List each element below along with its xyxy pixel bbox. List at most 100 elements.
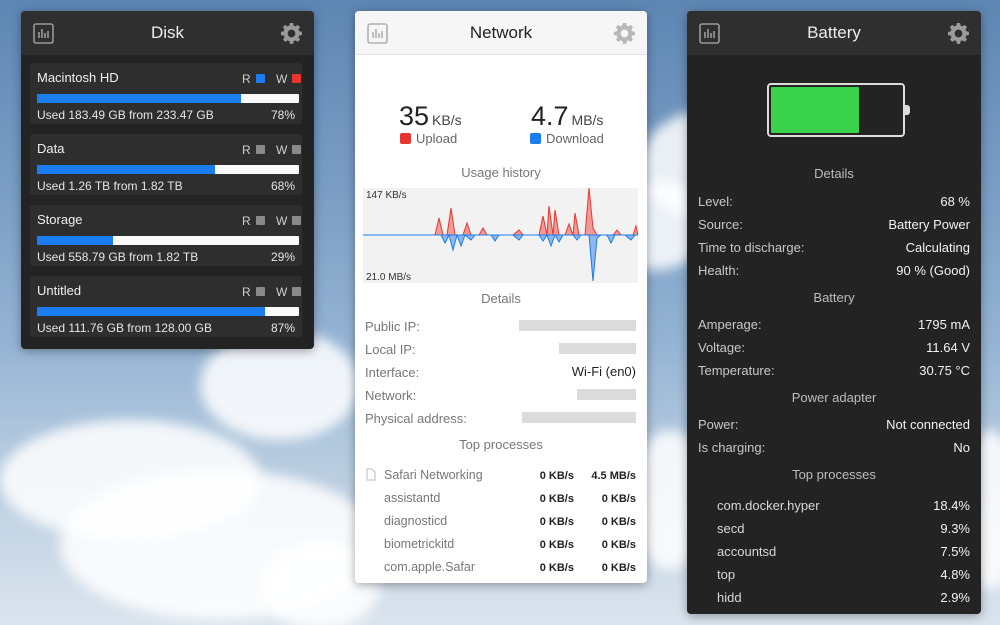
upload-label: Upload [416, 131, 458, 146]
battery-process-value: 18.4% [933, 498, 970, 513]
voltage-value: 11.64 V [926, 340, 970, 355]
disk-item[interactable]: Untitled R W Used 111.76 GB from 128.00 … [30, 276, 302, 337]
amperage-value: 1795 mA [917, 317, 970, 332]
battery-title: Battery [807, 23, 861, 42]
interface-value: Wi-Fi (en0) [571, 364, 636, 379]
battery-process-name: secd [717, 521, 745, 536]
network-process-download: 0 KB/s [601, 539, 636, 551]
battery-level-fill [771, 87, 860, 133]
network-process-upload: 0 KB/s [539, 516, 574, 528]
upload-value: 35 [399, 101, 430, 131]
time-to-discharge-value: Calculating [905, 240, 970, 255]
gear-icon[interactable] [280, 22, 303, 45]
battery-process-value: 7.5% [940, 544, 970, 559]
network-process-upload: 0 KB/s [539, 539, 574, 551]
usage-bar-fill [37, 307, 265, 316]
network-process-download: 0 KB/s [601, 493, 636, 505]
usage-history-title: Usage history [461, 165, 541, 180]
write-label: W [276, 143, 288, 157]
write-label: W [276, 285, 288, 299]
write-indicator [292, 216, 301, 225]
usage-bar [37, 94, 299, 103]
power-value: Not connected [886, 417, 970, 432]
physical-address-label: Physical address: [365, 411, 467, 426]
read-indicator [256, 287, 265, 296]
time-to-discharge-label: Time to discharge: [698, 240, 805, 255]
usage-history-graph [363, 187, 639, 282]
battery-process-value: 2.9% [940, 590, 970, 605]
disk-header: Disk [21, 11, 314, 55]
disk-used-text: Used 111.76 GB from 128.00 GB [37, 321, 212, 335]
public-ip-label: Public IP: [365, 319, 420, 334]
level-value: 68 % [940, 194, 970, 209]
read-label: R [242, 72, 251, 86]
network-process-name: assistantd [384, 491, 441, 505]
upload-legend: Upload [400, 131, 457, 146]
interface-label: Interface: [365, 365, 420, 380]
source-label: Source: [698, 217, 743, 232]
battery-panel: Battery Details Level: 68 % Source: Batt… [687, 11, 981, 614]
download-speed: 4.7 MB/s [531, 101, 603, 132]
battery-icon [767, 83, 905, 137]
battery-process-value: 4.8% [940, 567, 970, 582]
chart-icon[interactable] [367, 23, 388, 44]
read-indicator [256, 74, 265, 83]
gear-icon[interactable] [613, 22, 636, 45]
read-label: R [242, 285, 251, 299]
network-process-upload: 0 KB/s [539, 493, 574, 505]
usage-bar-fill [37, 236, 113, 245]
battery-process-name: top [717, 567, 736, 582]
disk-percent: 68% [270, 179, 295, 193]
battery-process-name: hidd [717, 590, 742, 605]
network-value-redacted [577, 389, 636, 400]
disk-item[interactable]: Storage R W Used 558.79 GB from 1.82 TB … [30, 205, 302, 266]
disk-item[interactable]: Data R W Used 1.26 TB from 1.82 TB 68% [30, 134, 302, 195]
public-ip-value-redacted [519, 320, 636, 331]
local-ip-label: Local IP: [365, 342, 416, 357]
disk-name: Macintosh HD [37, 70, 119, 85]
power-adapter-title: Power adapter [791, 390, 877, 405]
download-value: 4.7 [531, 101, 569, 131]
chart-icon[interactable] [699, 23, 720, 44]
gear-icon[interactable] [947, 22, 970, 45]
battery-details-title: Details [814, 166, 854, 181]
download-label: Download [546, 131, 604, 146]
upload-unit: KB/s [432, 112, 462, 128]
is-charging-value: No [953, 440, 970, 455]
network-label: Network: [365, 388, 417, 403]
network-process-download: 0 KB/s [601, 516, 636, 528]
disk-name: Storage [37, 212, 83, 227]
upload-color-swatch [400, 133, 411, 144]
write-indicator [292, 145, 301, 154]
chart-max-label: 147 KB/s [366, 190, 407, 201]
network-process-name: Safari Networking [384, 468, 483, 482]
usage-bar [37, 236, 299, 245]
network-process-name: biometrickitd [384, 537, 455, 551]
battery-header: Battery [687, 11, 981, 55]
usage-bar-fill [37, 94, 242, 103]
network-details-title: Details [481, 291, 521, 306]
upload-speed: 35 KB/s [399, 101, 462, 132]
battery-process-name: com.docker.hyper [717, 498, 820, 513]
write-indicator [292, 74, 301, 83]
disk-percent: 78% [270, 108, 295, 122]
disk-used-text: Used 183.49 GB from 233.47 GB [37, 108, 214, 122]
level-label: Level: [698, 194, 733, 209]
temperature-label: Temperature: [698, 363, 775, 378]
health-label: Health: [698, 263, 740, 278]
disk-used-text: Used 558.79 GB from 1.82 TB [37, 250, 199, 264]
battery-process-name: accountsd [717, 544, 777, 559]
usage-bar [37, 307, 299, 316]
network-top-processes-title: Top processes [459, 437, 543, 452]
usage-bar-fill [37, 165, 216, 174]
network-header: Network [355, 11, 647, 55]
disk-title: Disk [150, 23, 185, 42]
read-label: R [242, 143, 251, 157]
disk-item[interactable]: Macintosh HD R W Used 183.49 GB from 233… [30, 63, 302, 124]
disk-percent: 29% [270, 250, 295, 264]
disk-name: Untitled [37, 283, 82, 298]
read-indicator [256, 216, 265, 225]
disk-used-text: Used 1.26 TB from 1.82 TB [37, 179, 183, 193]
disk-panel: Disk Macintosh HD R W Used 183.49 GB fro… [21, 11, 314, 349]
chart-icon[interactable] [33, 23, 54, 44]
